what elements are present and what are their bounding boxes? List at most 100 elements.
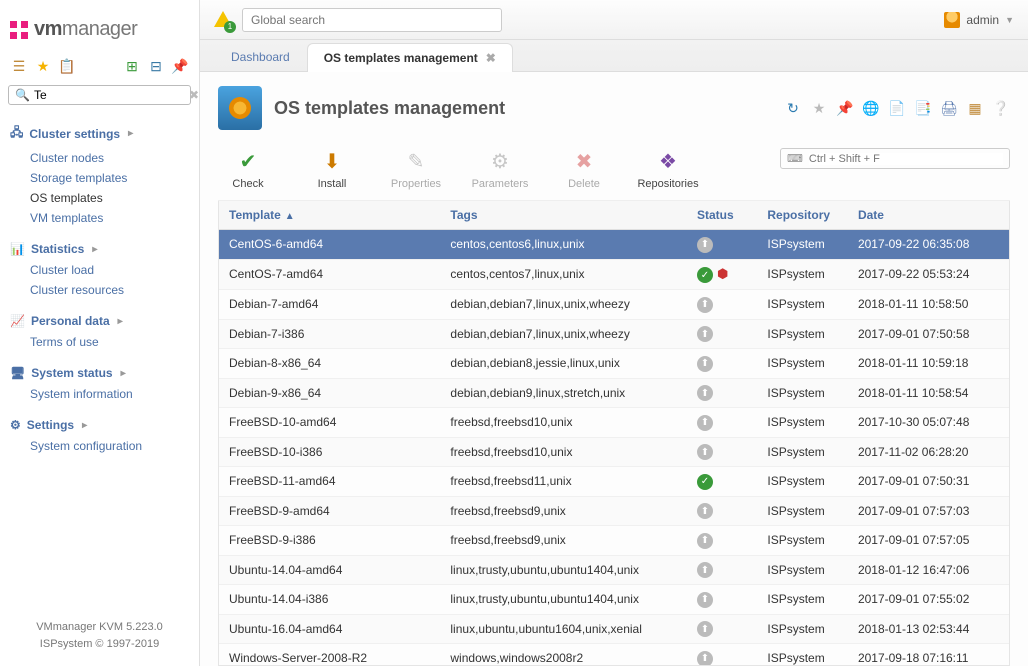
toolbar-search[interactable]: ⌨ xyxy=(780,148,1010,169)
table-row[interactable]: FreeBSD-9-i386freebsd,freebsd9,unix⬆ISPs… xyxy=(219,526,1009,556)
table-row[interactable]: FreeBSD-10-i386freebsd,freebsd10,unix⬆IS… xyxy=(219,437,1009,467)
pin-icon[interactable]: 📌 xyxy=(171,57,189,75)
close-icon[interactable]: ✖ xyxy=(486,51,496,65)
page-icon xyxy=(218,86,262,130)
nav-item-vm-templates[interactable]: VM templates xyxy=(0,208,199,228)
avatar-icon xyxy=(944,12,960,28)
list-icon[interactable]: ☰ xyxy=(10,57,28,75)
chevron-right-icon: ▸ xyxy=(82,420,87,431)
tool-delete: ✖Delete xyxy=(554,148,614,190)
table-row[interactable]: CentOS-7-amd64centos,centos7,linux,unix✓… xyxy=(219,259,1009,290)
nav-item-cluster-nodes[interactable]: Cluster nodes xyxy=(0,148,199,168)
nav-item-terms-of-use[interactable]: Terms of use xyxy=(0,332,199,352)
minus-box-icon[interactable]: ⊟ xyxy=(147,57,165,75)
tool-install[interactable]: ⬇ Install xyxy=(302,148,362,190)
table-row[interactable]: Debian-8-x86_64debian,debian8,jessie,lin… xyxy=(219,349,1009,379)
tab-os-templates-management[interactable]: OS templates management✖ xyxy=(307,43,513,72)
cell-date: 2018-01-11 10:59:18 xyxy=(848,349,1009,379)
global-search-input[interactable] xyxy=(242,8,502,32)
cell-template: FreeBSD-9-i386 xyxy=(219,526,440,556)
gear-icon: ⚙ xyxy=(10,418,21,432)
clipboard-icon[interactable]: 📋 xyxy=(58,57,76,75)
alert-badge[interactable]: 1 xyxy=(214,11,232,29)
doc-icon[interactable]: 📄 xyxy=(888,99,906,117)
logo: vmmanager xyxy=(0,0,199,51)
col-status[interactable]: Status xyxy=(687,201,757,230)
col-tags[interactable]: Tags xyxy=(440,201,687,230)
table-row[interactable]: Debian-7-i386debian,debian7,linux,unix,w… xyxy=(219,319,1009,349)
tool-repositories[interactable]: ❖Repositories xyxy=(638,148,698,190)
nav-section-system-status[interactable]: 🖥System status▸ xyxy=(0,362,199,384)
table-row[interactable]: Debian-9-x86_64debian,debian9,linux,stre… xyxy=(219,378,1009,408)
col-repository[interactable]: Repository xyxy=(757,201,848,230)
search-icon: 🔍 xyxy=(15,88,30,102)
toolbar-search-input[interactable] xyxy=(809,153,1003,165)
grid-icon[interactable]: ▦ xyxy=(966,99,984,117)
nav-section-statistics[interactable]: 📊Statistics▸ xyxy=(0,238,199,260)
pin-icon[interactable]: 📌 xyxy=(836,99,854,117)
nav-section-settings[interactable]: ⚙Settings▸ xyxy=(0,414,199,436)
grid[interactable]: Template▲TagsStatusRepositoryDate CentOS… xyxy=(218,201,1010,666)
cell-status: ⬆ xyxy=(687,555,757,585)
cell-date: 2018-01-13 02:53:44 xyxy=(848,614,1009,644)
star-icon[interactable]: ★ xyxy=(34,57,52,75)
cell-repo: ISPsystem xyxy=(757,319,848,349)
print-icon[interactable]: 🖨 xyxy=(940,99,958,117)
tool-label: Install xyxy=(318,178,347,190)
globe-icon[interactable]: 🌐 xyxy=(862,99,880,117)
cell-tags: freebsd,freebsd9,unix xyxy=(440,496,687,526)
table-row[interactable]: Ubuntu-16.04-amd64linux,ubuntu,ubuntu160… xyxy=(219,614,1009,644)
cell-repo: ISPsystem xyxy=(757,408,848,438)
cluster-icon: 🖧 xyxy=(10,123,23,144)
cell-date: 2018-01-12 16:47:06 xyxy=(848,555,1009,585)
nav-section-cluster-settings[interactable]: 🖧Cluster settings▸ xyxy=(0,119,199,148)
delete-icon: ✖ xyxy=(571,148,597,174)
cell-status: ⬆ xyxy=(687,230,757,260)
cell-template: Ubuntu-16.04-amd64 xyxy=(219,614,440,644)
alert-count: 1 xyxy=(224,21,236,33)
sidebar-search-input[interactable] xyxy=(34,88,189,102)
table-row[interactable]: Ubuntu-14.04-i386linux,trusty,ubuntu,ubu… xyxy=(219,585,1009,615)
table-row[interactable]: Debian-7-amd64debian,debian7,linux,unix,… xyxy=(219,290,1009,320)
col-template[interactable]: Template▲ xyxy=(219,201,440,230)
tab-label: Dashboard xyxy=(231,50,290,64)
clear-icon[interactable]: ✖ xyxy=(189,88,199,102)
table-row[interactable]: FreeBSD-10-amd64freebsd,freebsd10,unix⬆I… xyxy=(219,408,1009,438)
star-icon[interactable]: ★ xyxy=(810,99,828,117)
user-menu[interactable]: admin ▼ xyxy=(944,12,1014,28)
chart-icon: 📊 xyxy=(10,242,25,256)
cell-template: FreeBSD-11-amd64 xyxy=(219,467,440,497)
cell-repo: ISPsystem xyxy=(757,230,848,260)
plus-box-icon[interactable]: ⊞ xyxy=(123,57,141,75)
cell-repo: ISPsystem xyxy=(757,585,848,615)
global-search[interactable] xyxy=(242,8,502,32)
cell-status: ⬆ xyxy=(687,496,757,526)
table-row[interactable]: FreeBSD-11-amd64freebsd,freebsd11,unix✓I… xyxy=(219,467,1009,497)
table-row[interactable]: Windows-Server-2008-R2windows,windows200… xyxy=(219,644,1009,666)
nav-item-system-configuration[interactable]: System configuration xyxy=(0,436,199,456)
table-row[interactable]: FreeBSD-9-amd64freebsd,freebsd9,unix⬆ISP… xyxy=(219,496,1009,526)
tab-dashboard[interactable]: Dashboard xyxy=(214,42,307,71)
install-icon: ⬇ xyxy=(319,148,345,174)
table-row[interactable]: Ubuntu-14.04-amd64linux,trusty,ubuntu,ub… xyxy=(219,555,1009,585)
nav-item-storage-templates[interactable]: Storage templates xyxy=(0,168,199,188)
logo-text: vmmanager xyxy=(34,18,137,41)
col-date[interactable]: Date xyxy=(848,201,1009,230)
nav-item-os-templates[interactable]: OS templates xyxy=(0,188,199,208)
doc2-icon[interactable]: 📑 xyxy=(914,99,932,117)
table-row[interactable]: CentOS-6-amd64centos,centos6,linux,unix⬆… xyxy=(219,230,1009,260)
cell-tags: freebsd,freebsd10,unix xyxy=(440,437,687,467)
tool-check[interactable]: ✔Check xyxy=(218,148,278,190)
cell-repo: ISPsystem xyxy=(757,496,848,526)
sidebar-search[interactable]: 🔍 ✖ xyxy=(8,85,191,105)
cell-template: Ubuntu-14.04-i386 xyxy=(219,585,440,615)
person-icon: 📈 xyxy=(10,314,25,328)
nav-item-cluster-load[interactable]: Cluster load xyxy=(0,260,199,280)
refresh-icon[interactable]: ↻ xyxy=(784,99,802,117)
footer-copyright: ISPsystem © 1997-2019 xyxy=(10,636,189,653)
help-icon[interactable]: ❔ xyxy=(992,99,1010,117)
nav-section-personal-data[interactable]: 📈Personal data▸ xyxy=(0,310,199,332)
nav-item-cluster-resources[interactable]: Cluster resources xyxy=(0,280,199,300)
sidebar-footer: VMmanager KVM 5.223.0 ISPsystem © 1997-2… xyxy=(0,609,199,666)
nav-item-system-information[interactable]: System information xyxy=(0,384,199,404)
